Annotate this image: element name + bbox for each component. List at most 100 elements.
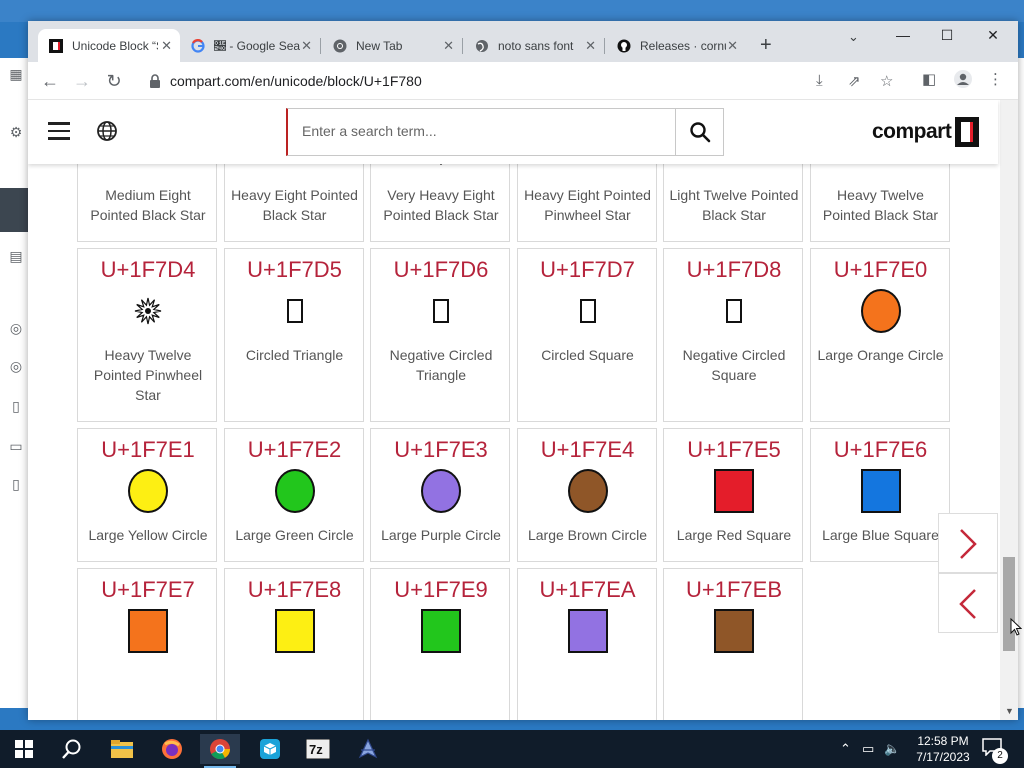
char-cell[interactable]: U+1F7E4 Large Brown Circle bbox=[516, 428, 657, 562]
char-code[interactable]: U+1F7E7 bbox=[78, 577, 218, 603]
char-code[interactable]: U+1F7EA bbox=[518, 577, 658, 603]
kebab-menu-icon[interactable]: ⋮ bbox=[988, 70, 1003, 88]
next-page-button[interactable] bbox=[938, 513, 998, 573]
char-cell[interactable]: U+1F7E7 bbox=[77, 568, 217, 720]
char-cell[interactable]: U+1F7E2 Large Green Circle bbox=[223, 428, 365, 562]
char-name[interactable]: Large Yellow Circle bbox=[82, 525, 214, 545]
char-code[interactable]: U+1F7D5 bbox=[225, 257, 365, 283]
tab-noto-sans[interactable]: noto sans font ✕ bbox=[464, 29, 604, 62]
tab-google-search[interactable]: 𞉀 - Google Search ✕ bbox=[180, 29, 320, 62]
close-window-icon[interactable]: ✕ bbox=[978, 27, 1008, 47]
bookmark-star-icon[interactable]: ☆ bbox=[880, 72, 893, 90]
address-bar[interactable]: compart.com/en/unicode/block/U+1F780 ⤓ ⇗… bbox=[138, 67, 898, 95]
chrome-taskbar-button[interactable] bbox=[200, 734, 240, 768]
system-clock[interactable]: 12:58 PM 7/17/2023 bbox=[908, 733, 978, 765]
start-button[interactable] bbox=[4, 734, 44, 764]
char-name[interactable]: Very Heavy Eight Pointed Black Star bbox=[375, 185, 507, 225]
char-code[interactable]: U+1F7E1 bbox=[78, 437, 218, 463]
circle-icon[interactable]: ◎ bbox=[8, 320, 24, 336]
close-icon[interactable]: ✕ bbox=[727, 38, 738, 54]
network-icon[interactable]: ▭ bbox=[862, 741, 874, 757]
chevron-up-icon[interactable]: ⌃ bbox=[840, 741, 851, 757]
char-name[interactable]: Large Brown Circle bbox=[522, 525, 654, 545]
calendar-icon[interactable]: ▤ bbox=[8, 248, 24, 264]
char-code[interactable]: U+1F7E9 bbox=[371, 577, 511, 603]
file-explorer-taskbar-button[interactable] bbox=[102, 734, 142, 764]
char-name[interactable]: Large Purple Circle bbox=[375, 525, 507, 545]
grid-icon[interactable]: ▦ bbox=[8, 66, 24, 82]
char-cell[interactable]: U+1F7EB bbox=[663, 568, 803, 720]
tab-unicode-block[interactable]: Unicode Block “Sup ✕ bbox=[38, 29, 180, 62]
monitor-icon[interactable]: ▭ bbox=[8, 438, 24, 454]
hamburger-menu-icon[interactable] bbox=[48, 122, 70, 140]
scroll-down-arrow-icon[interactable]: ▼ bbox=[1005, 706, 1014, 716]
char-code[interactable]: U+1F7EB bbox=[664, 577, 804, 603]
char-cell[interactable]: U+1F7D7 Circled Square bbox=[516, 248, 658, 422]
share-icon[interactable]: ⇗ bbox=[848, 72, 861, 90]
close-icon[interactable]: ✕ bbox=[161, 38, 172, 54]
char-code[interactable]: U+1F7E6 bbox=[811, 437, 951, 463]
char-name[interactable]: Negative Circled Triangle bbox=[375, 345, 507, 385]
char-cell[interactable]: U+1F7D4 Heavy Twelve Pointed Pinwheel Sta… bbox=[77, 248, 217, 422]
char-name[interactable]: Circled Square bbox=[522, 345, 654, 365]
minimize-icon[interactable]: — bbox=[888, 27, 918, 47]
char-cell[interactable]: U+1F7E5 Large Red Square bbox=[663, 428, 803, 562]
char-name[interactable]: Light Twelve Pointed Black Star bbox=[668, 185, 800, 225]
side-panel-icon[interactable]: ◧ bbox=[922, 70, 936, 88]
previous-page-button[interactable] bbox=[938, 573, 998, 633]
char-name[interactable]: Heavy Eight Pointed Black Star bbox=[229, 185, 361, 225]
char-cell[interactable]: U+1F7E8 bbox=[223, 568, 365, 720]
tab-new-tab[interactable]: New Tab ✕ bbox=[322, 29, 462, 62]
close-icon[interactable]: ✕ bbox=[585, 38, 596, 54]
char-cell[interactable]: U+1F7D6 Negative Circled Triangle bbox=[370, 248, 510, 422]
target-icon[interactable]: ◎ bbox=[8, 358, 24, 374]
char-code[interactable]: U+1F7D8 bbox=[664, 257, 804, 283]
close-icon[interactable]: ✕ bbox=[443, 38, 454, 54]
char-code[interactable]: U+1F7E2 bbox=[225, 437, 365, 463]
char-cell[interactable]: U+1F7D5 Circled Triangle bbox=[223, 248, 365, 422]
char-cell[interactable]: U+1F7E9 bbox=[370, 568, 510, 720]
tab-releases[interactable]: Releases · cornu ✕ bbox=[606, 29, 746, 62]
char-name[interactable]: Heavy Twelve Pointed Black Star bbox=[815, 185, 947, 225]
char-code[interactable]: U+1F7D6 bbox=[371, 257, 511, 283]
app-taskbar-button[interactable] bbox=[348, 734, 388, 764]
char-name[interactable]: Heavy Eight Pointed Pinwheel Star bbox=[522, 185, 654, 225]
back-arrow-icon[interactable]: ← bbox=[38, 70, 62, 92]
search-button[interactable] bbox=[675, 109, 723, 155]
char-code[interactable]: U+1F7E0 bbox=[811, 257, 951, 283]
char-name[interactable]: Medium Eight Pointed Black Star bbox=[82, 185, 214, 225]
close-icon[interactable]: ✕ bbox=[301, 38, 312, 54]
forward-arrow-icon[interactable]: → bbox=[70, 70, 94, 92]
char-cell[interactable]: U+1F7EA bbox=[516, 568, 658, 720]
7zip-taskbar-button[interactable]: 7z bbox=[298, 734, 338, 764]
search-input[interactable] bbox=[302, 123, 662, 139]
volume-muted-icon[interactable]: 🔈 bbox=[884, 741, 900, 757]
char-name[interactable]: Large Green Circle bbox=[229, 525, 361, 545]
char-name[interactable]: Heavy Twelve Pointed Pinwheel Star bbox=[82, 345, 214, 405]
lock-icon[interactable] bbox=[148, 73, 162, 89]
document-icon[interactable]: ▯ bbox=[8, 398, 24, 414]
char-name[interactable]: Circled Triangle bbox=[229, 345, 361, 365]
char-name[interactable]: Large Orange Circle bbox=[815, 345, 947, 365]
char-cell[interactable]: U+1F7E0 Large Orange Circle bbox=[809, 248, 951, 422]
char-cell[interactable]: U+1F7D8 Negative Circled Square bbox=[663, 248, 803, 422]
url-text[interactable]: compart.com/en/unicode/block/U+1F780 bbox=[170, 73, 422, 89]
search-taskbar-button[interactable] bbox=[52, 734, 92, 764]
char-cell[interactable]: U+1F7E3 Large Purple Circle bbox=[370, 428, 510, 562]
char-code[interactable]: U+1F7D4 bbox=[78, 257, 218, 283]
scrollbar-thumb[interactable] bbox=[1003, 557, 1015, 651]
compart-logo[interactable]: compart bbox=[872, 116, 980, 148]
firefox-taskbar-button[interactable] bbox=[152, 734, 192, 764]
app-cube-taskbar-button[interactable] bbox=[250, 734, 290, 764]
char-code[interactable]: U+1F7D7 bbox=[518, 257, 658, 283]
char-cell[interactable]: U+1F7E1 Large Yellow Circle bbox=[77, 428, 217, 562]
file-icon[interactable]: ▯ bbox=[8, 476, 24, 492]
char-name[interactable]: Negative Circled Square bbox=[668, 345, 800, 385]
profile-avatar-icon[interactable] bbox=[954, 70, 972, 92]
char-code[interactable]: U+1F7E5 bbox=[664, 437, 804, 463]
new-tab-button[interactable]: + bbox=[760, 34, 772, 56]
maximize-icon[interactable]: ☐ bbox=[932, 27, 962, 47]
char-code[interactable]: U+1F7E8 bbox=[225, 577, 365, 603]
tab-search-chevron-icon[interactable]: ⌄ bbox=[848, 29, 859, 45]
globe-language-icon[interactable] bbox=[96, 120, 118, 142]
